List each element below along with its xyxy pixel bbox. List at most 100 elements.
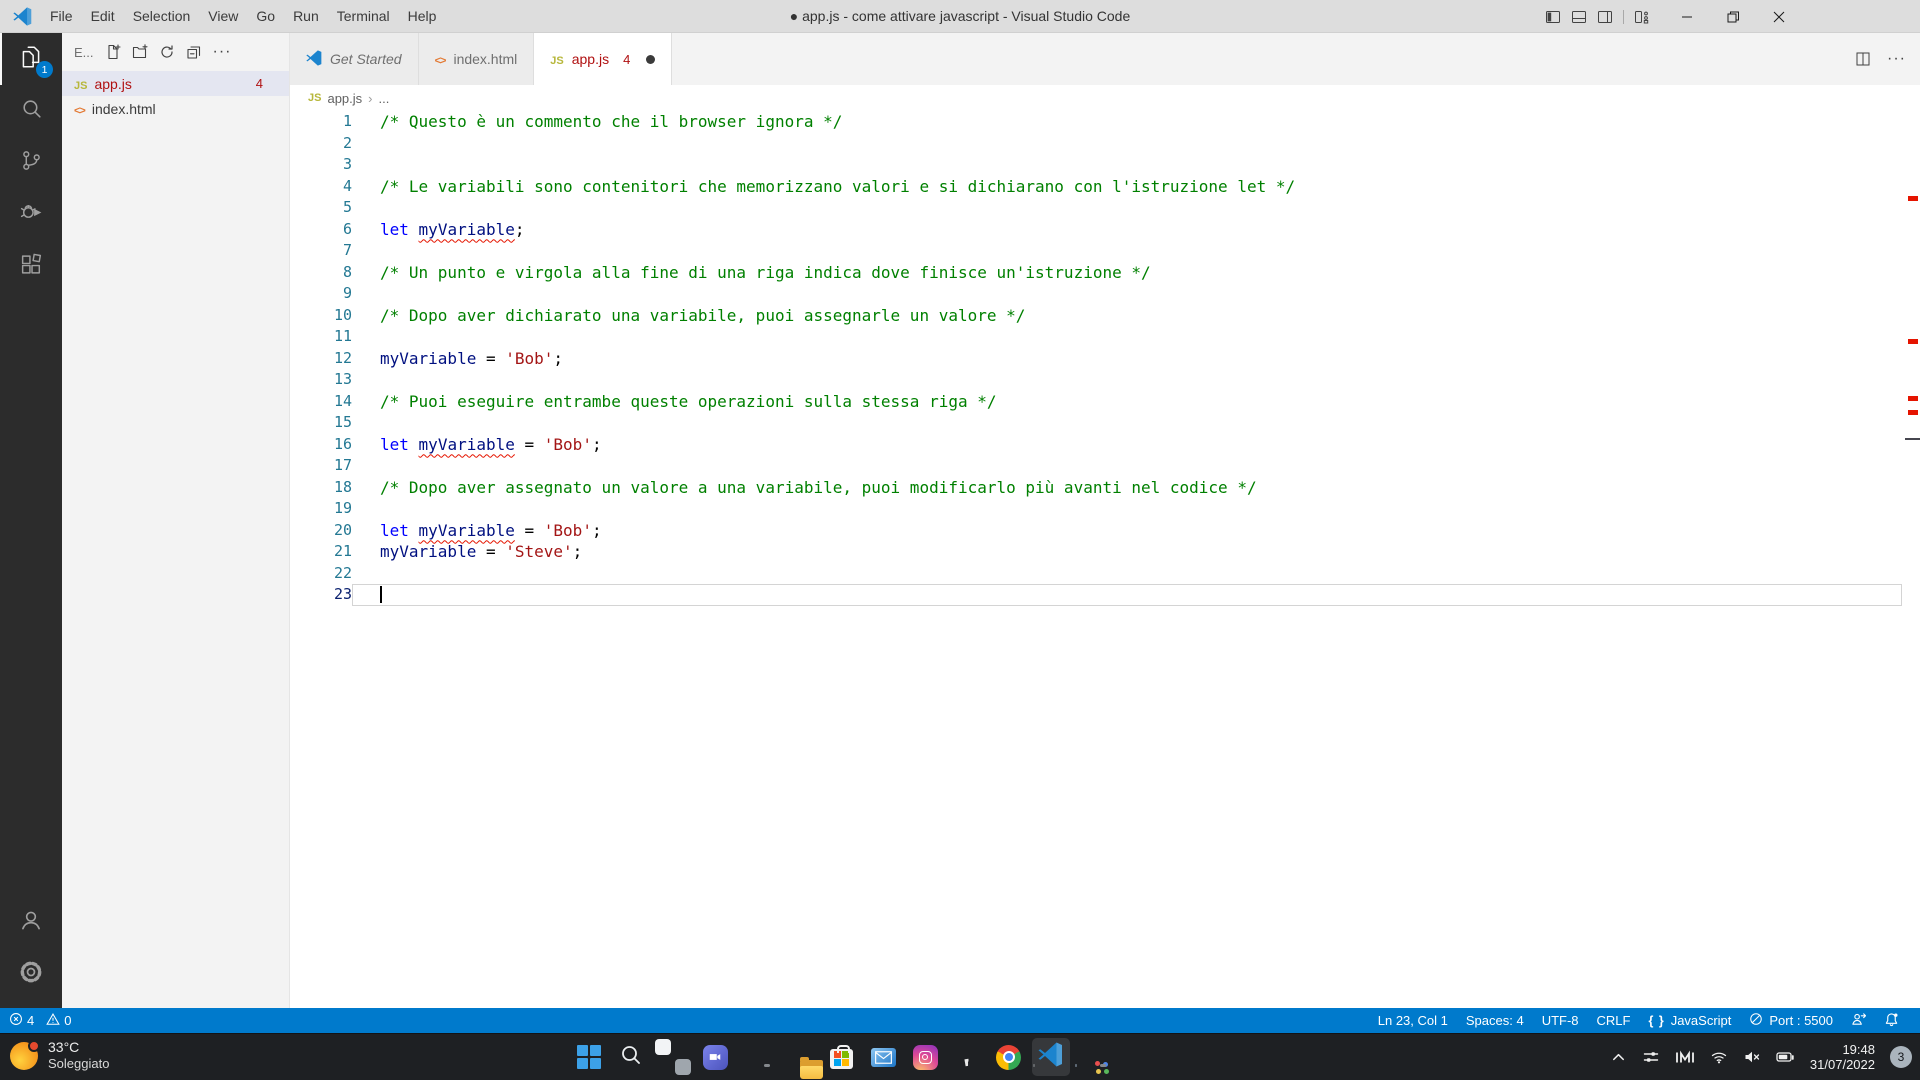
breadcrumb[interactable]: JS app.js › ... bbox=[290, 85, 1920, 111]
activity-bar-item-run-debug[interactable] bbox=[0, 189, 62, 241]
code-line-14[interactable]: 14/* Puoi eseguire entrambe queste opera… bbox=[290, 391, 1920, 413]
taskbar-vscode-button[interactable] bbox=[1038, 1044, 1064, 1070]
toggle-primary-sidebar-button[interactable] bbox=[1545, 9, 1561, 25]
refresh-button[interactable] bbox=[159, 44, 175, 60]
menu-run[interactable]: Run bbox=[284, 0, 328, 33]
menu-view[interactable]: View bbox=[199, 0, 247, 33]
code-line-18[interactable]: 18/* Dopo aver assegnato un valore a una… bbox=[290, 477, 1920, 499]
activity-bar-item-explorer[interactable]: 1 bbox=[0, 33, 62, 85]
code-line-12[interactable]: 12myVariable = 'Bob'; bbox=[290, 348, 1920, 370]
code-line-5[interactable]: 5 bbox=[290, 197, 1920, 219]
bell-button[interactable] bbox=[1875, 1012, 1908, 1030]
menu-file[interactable]: File bbox=[41, 0, 82, 33]
line-number: 14 bbox=[290, 391, 352, 413]
code-token: /* Questo è un commento che il browser i… bbox=[380, 112, 842, 131]
line-number: 11 bbox=[290, 326, 352, 348]
status-crlf[interactable]: CRLF bbox=[1588, 1013, 1640, 1028]
more-button[interactable]: ··· bbox=[213, 43, 232, 61]
code-line-4[interactable]: 4/* Le variabili sono contenitori che me… bbox=[290, 176, 1920, 198]
volume-mute-icon[interactable] bbox=[1743, 1048, 1761, 1066]
activity-bar-item-extensions[interactable] bbox=[0, 241, 62, 293]
taskbar-start-button[interactable] bbox=[576, 1044, 602, 1070]
code-editor[interactable]: 1/* Questo è un commento che il browser … bbox=[290, 111, 1920, 1008]
html-file-icon: <> bbox=[74, 101, 85, 117]
taskbar-chrome-button[interactable] bbox=[996, 1044, 1022, 1070]
taskbar-task-view-button[interactable] bbox=[660, 1044, 686, 1070]
code-line-17[interactable]: 17 bbox=[290, 455, 1920, 477]
activity-bar-item-account[interactable] bbox=[0, 896, 62, 948]
mixer-icon[interactable] bbox=[1642, 1048, 1660, 1066]
feedback-button[interactable] bbox=[1842, 1012, 1875, 1030]
chevron-up-icon[interactable] bbox=[1610, 1049, 1627, 1066]
tab-index-html[interactable]: <>index.html bbox=[419, 33, 535, 85]
code-line-10[interactable]: 10/* Dopo aver dichiarato una variabile,… bbox=[290, 305, 1920, 327]
new-file-button[interactable] bbox=[105, 44, 121, 60]
taskbar-clock[interactable]: 19:48 31/07/2022 bbox=[1810, 1042, 1875, 1072]
code-line-15[interactable]: 15 bbox=[290, 412, 1920, 434]
status-utf-8[interactable]: UTF-8 bbox=[1533, 1013, 1588, 1028]
code-line-16[interactable]: 16let myVariable = 'Bob'; bbox=[290, 434, 1920, 456]
line-content bbox=[352, 133, 1902, 155]
overview-ruler[interactable] bbox=[1905, 111, 1920, 1008]
tab-app-js[interactable]: JSapp.js4 bbox=[534, 33, 672, 85]
code-line-8[interactable]: 8/* Un punto e virgola alla fine di una … bbox=[290, 262, 1920, 284]
battery-icon[interactable] bbox=[1776, 1048, 1795, 1067]
code-line-3[interactable]: 3 bbox=[290, 154, 1920, 176]
taskbar-clipchamp-button[interactable] bbox=[954, 1044, 980, 1070]
wifi-icon[interactable] bbox=[1710, 1048, 1728, 1066]
taskbar-paint-button[interactable] bbox=[1080, 1044, 1106, 1070]
taskbar-file-explorer-button[interactable] bbox=[786, 1044, 812, 1070]
split-editor-button[interactable] bbox=[1855, 51, 1871, 67]
code-line-19[interactable]: 19 bbox=[290, 498, 1920, 520]
code-line-22[interactable]: 22 bbox=[290, 563, 1920, 585]
code-line-13[interactable]: 13 bbox=[290, 369, 1920, 391]
restore-button[interactable] bbox=[1710, 0, 1756, 33]
file-app-js[interactable]: JSapp.js4 bbox=[62, 71, 289, 96]
close-button[interactable] bbox=[1756, 0, 1802, 33]
breadcrumb-more[interactable]: ... bbox=[379, 91, 390, 106]
activity-bar-item-settings[interactable] bbox=[0, 948, 62, 1000]
taskbar-search-button[interactable] bbox=[618, 1044, 644, 1070]
breadcrumb-file[interactable]: app.js bbox=[327, 91, 362, 106]
customize-layout-button[interactable] bbox=[1634, 9, 1650, 25]
activity-bar-item-source-control[interactable] bbox=[0, 137, 62, 189]
im-icon[interactable] bbox=[1675, 1050, 1695, 1065]
status-port-5500[interactable]: Port : 5500 bbox=[1740, 1012, 1842, 1029]
code-line-2[interactable]: 2 bbox=[290, 133, 1920, 155]
file-index-html[interactable]: <>index.html bbox=[62, 96, 289, 121]
status-spaces-4[interactable]: Spaces: 4 bbox=[1457, 1013, 1533, 1028]
code-line-20[interactable]: 20let myVariable = 'Bob'; bbox=[290, 520, 1920, 542]
tab-get-started[interactable]: Get Started bbox=[290, 33, 419, 85]
taskbar-store-button[interactable] bbox=[828, 1044, 854, 1070]
toggle-panel-button[interactable] bbox=[1571, 9, 1587, 25]
menu-terminal[interactable]: Terminal bbox=[328, 0, 399, 33]
code-line-6[interactable]: 6let myVariable; bbox=[290, 219, 1920, 241]
toggle-secondary-sidebar-button[interactable] bbox=[1597, 9, 1613, 25]
problems-indicator[interactable]: 4 0 bbox=[0, 1012, 86, 1029]
menu-selection[interactable]: Selection bbox=[124, 0, 200, 33]
code-line-1[interactable]: 1/* Questo è un commento che il browser … bbox=[290, 111, 1920, 133]
menu-edit[interactable]: Edit bbox=[82, 0, 124, 33]
status-javascript[interactable]: { }JavaScript bbox=[1639, 1013, 1740, 1028]
code-line-9[interactable]: 9 bbox=[290, 283, 1920, 305]
activity-bar-item-search[interactable] bbox=[0, 85, 62, 137]
status-ln-23-col-1[interactable]: Ln 23, Col 1 bbox=[1369, 1013, 1457, 1028]
collapse-all-button[interactable] bbox=[186, 44, 202, 60]
menu-go[interactable]: Go bbox=[247, 0, 284, 33]
editor-more-actions-button[interactable]: ··· bbox=[1887, 50, 1906, 68]
taskbar-instagram-button[interactable] bbox=[912, 1044, 938, 1070]
new-folder-button[interactable] bbox=[132, 44, 148, 60]
taskbar-edge-button[interactable] bbox=[744, 1044, 770, 1070]
notification-count-badge[interactable]: 3 bbox=[1890, 1046, 1912, 1068]
menu-help[interactable]: Help bbox=[399, 0, 446, 33]
minimize-button[interactable] bbox=[1664, 0, 1710, 33]
start-icon bbox=[577, 1045, 601, 1069]
taskbar-mail-button[interactable] bbox=[870, 1044, 896, 1070]
taskbar-chat-button[interactable] bbox=[702, 1044, 728, 1070]
code-line-7[interactable]: 7 bbox=[290, 240, 1920, 262]
weather-widget[interactable]: 33°C Soleggiato bbox=[10, 1039, 109, 1072]
code-line-11[interactable]: 11 bbox=[290, 326, 1920, 348]
code-line-23[interactable]: 23 bbox=[290, 584, 1920, 606]
code-line-21[interactable]: 21myVariable = 'Steve'; bbox=[290, 541, 1920, 563]
status-label: Ln 23, Col 1 bbox=[1378, 1013, 1448, 1028]
